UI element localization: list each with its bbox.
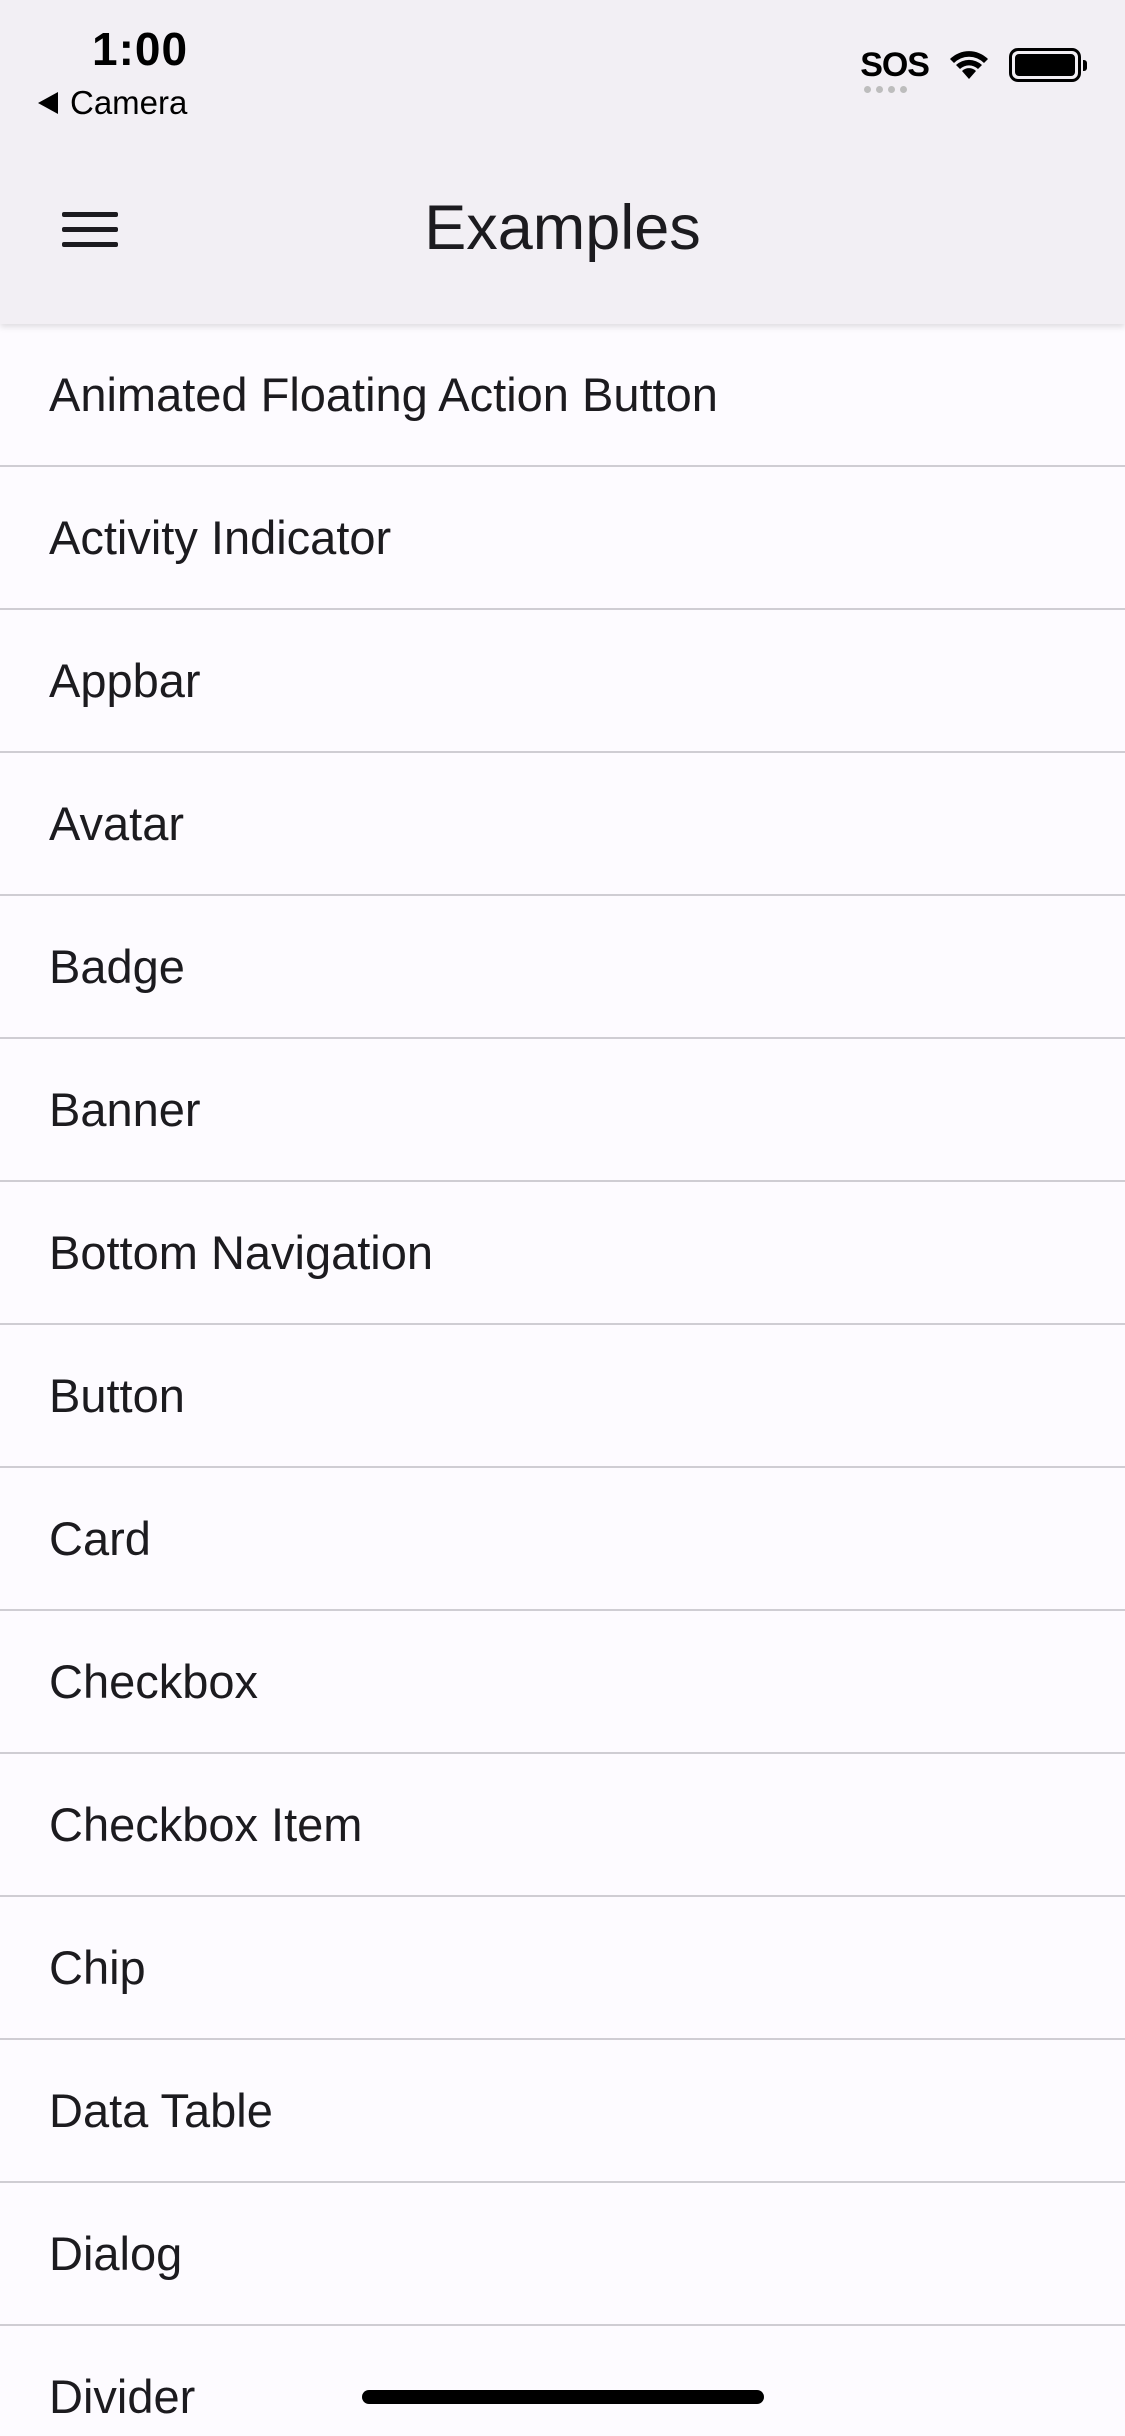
list-item-data-table[interactable]: Data Table [0,2040,1125,2183]
list-item-label: Bottom Navigation [49,1226,434,1279]
list-item-divider[interactable]: Divider [0,2326,1125,2436]
status-indicators: SOS [860,46,1087,93]
list-item-card[interactable]: Card [0,1468,1125,1611]
back-triangle-icon [38,92,58,114]
list-item-label: Checkbox Item [49,1798,363,1851]
list-item-chip[interactable]: Chip [0,1897,1125,2040]
list-item-label: Checkbox [49,1655,258,1708]
screen: 1:00 Camera SOS Examples Animated Floati… [0,0,1125,2436]
list-item-activity-indicator[interactable]: Activity Indicator [0,467,1125,610]
examples-list: Animated Floating Action Button Activity… [0,324,1125,2436]
list-item-label: Animated Floating Action Button [49,368,718,421]
signal-dots-icon [864,86,908,93]
top-bar: 1:00 Camera SOS Examples [0,0,1125,324]
list-item-label: Button [49,1369,185,1422]
list-item-label: Activity Indicator [49,511,392,564]
page-title: Examples [424,193,701,263]
list-item-checkbox[interactable]: Checkbox [0,1611,1125,1754]
back-to-app-link[interactable]: Camera [38,84,187,122]
battery-level [1015,54,1075,76]
sos-indicator: SOS [860,46,930,93]
list-item-label: Badge [49,940,185,993]
list-item-label: Appbar [49,654,201,707]
list-item-label: Data Table [49,2084,273,2137]
list-item-label: Divider [49,2370,196,2423]
wifi-icon [950,51,988,79]
list-item-label: Card [49,1512,151,1565]
list-item-button[interactable]: Button [0,1325,1125,1468]
list-item-animated-fab[interactable]: Animated Floating Action Button [0,324,1125,467]
sos-label: SOS [860,46,930,84]
list-item-label: Dialog [49,2227,183,2280]
back-to-app-label: Camera [70,84,188,121]
list-item-badge[interactable]: Badge [0,896,1125,1039]
list-item-avatar[interactable]: Avatar [0,753,1125,896]
list-item-checkbox-item[interactable]: Checkbox Item [0,1754,1125,1897]
status-time: 1:00 [92,23,189,75]
home-indicator[interactable] [362,2390,764,2404]
list-item-label: Banner [49,1083,201,1136]
list-item-bottom-navigation[interactable]: Bottom Navigation [0,1182,1125,1325]
list-item-dialog[interactable]: Dialog [0,2183,1125,2326]
list-item-banner[interactable]: Banner [0,1039,1125,1182]
list-item-appbar[interactable]: Appbar [0,610,1125,753]
list-item-label: Avatar [49,797,184,850]
list-item-label: Chip [49,1941,146,1994]
battery-icon [1009,48,1087,82]
